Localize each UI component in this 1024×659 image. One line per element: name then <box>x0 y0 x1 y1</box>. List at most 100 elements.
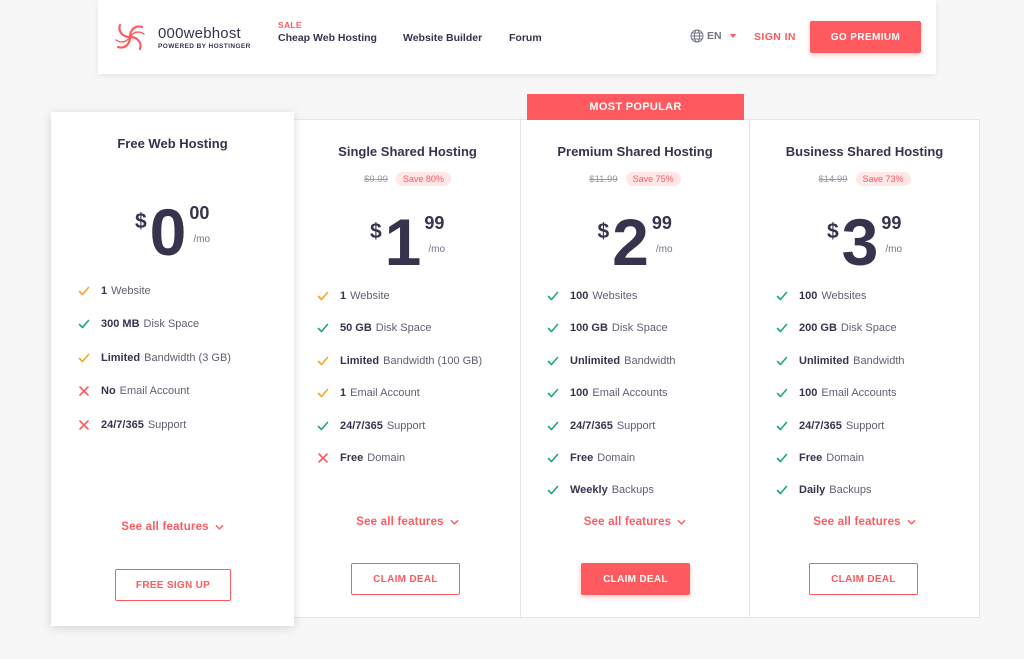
feature-value: 50 GB <box>340 322 372 335</box>
feature-item: Unlimited Bandwidth <box>546 354 676 368</box>
feature-value: 1 <box>340 387 347 400</box>
check-icon <box>316 321 330 335</box>
check-icon <box>546 289 560 303</box>
business-cta-button[interactable]: CLAIM DEAL <box>809 563 918 595</box>
feature-value: Limited <box>340 354 380 367</box>
partial-check-icon <box>316 289 330 303</box>
check-icon <box>546 451 560 465</box>
feature-label: Support <box>845 419 885 432</box>
check-icon <box>546 321 560 335</box>
plan-price: $ 3 99 /mo <box>750 205 979 279</box>
chevron-down-icon <box>450 519 459 525</box>
feature-label: Websites <box>821 290 867 302</box>
feature-item: Weekly Backups <box>546 483 654 497</box>
feature-value: Weekly <box>570 484 608 497</box>
feature-label: Disk Space <box>611 322 668 335</box>
see-all-features-link[interactable]: See all features <box>750 516 979 528</box>
feature-label: Backups <box>829 484 872 497</box>
chevron-down-icon <box>215 524 224 530</box>
plan-title: Premium Shared Hosting <box>557 144 713 159</box>
feature-label: Backups <box>611 484 654 497</box>
feature-label: Website <box>111 285 151 297</box>
check-icon <box>546 386 560 400</box>
price-whole: 1 <box>384 205 422 279</box>
see-all-label: See all features <box>583 516 672 528</box>
see-all-features-link[interactable]: See all features <box>521 516 749 528</box>
price-period: /mo <box>885 244 903 255</box>
partial-check-icon <box>77 284 91 298</box>
feature-value: 200 GB <box>799 322 837 335</box>
caret-down-icon <box>729 34 736 38</box>
go-premium-button[interactable]: GO PREMIUM <box>810 21 921 53</box>
cross-icon <box>77 418 91 432</box>
feature-item: 100 Websites <box>546 289 637 303</box>
price-whole: 0 <box>149 195 187 269</box>
feature-label: Bandwidth (100 GB) <box>383 354 483 367</box>
original-price: $9.99 <box>364 173 388 185</box>
nav-item-cheap-web-hosting[interactable]: SALE Cheap Web Hosting <box>278 20 377 44</box>
feature-value: 300 MB <box>101 318 140 331</box>
feature-item: 50 GB Disk Space <box>316 321 431 335</box>
logo-name: 000webhost <box>158 24 241 42</box>
feature-item: Limited Bandwidth (100 GB) <box>316 354 482 368</box>
feature-label: Support <box>147 418 187 431</box>
top-navigation-bar: 000webhost POWERED BY HOSTINGER SALE Che… <box>98 0 936 74</box>
feature-label: Domain <box>367 452 406 464</box>
feature-item: 24/7/365 Support <box>775 419 884 433</box>
feature-item: Daily Backups <box>775 483 872 497</box>
check-icon <box>546 354 560 368</box>
price-currency: $ <box>826 220 839 243</box>
feature-value: No <box>101 385 116 398</box>
see-all-features-link[interactable]: See all features <box>51 521 294 533</box>
feature-item: 24/7/365 Support <box>316 419 425 433</box>
feature-value: 24/7/365 <box>101 418 144 431</box>
feature-value: Daily <box>799 484 826 497</box>
feature-value: 24/7/365 <box>570 419 613 432</box>
free-cta-button[interactable]: FREE SIGN UP <box>115 569 231 601</box>
feature-label: Support <box>616 419 656 432</box>
nav-label: Cheap Web Hosting <box>278 32 377 44</box>
see-all-label: See all features <box>356 516 444 528</box>
plan-card-business: Business Shared Hosting $14.99 Save 73% … <box>750 120 979 617</box>
check-icon <box>775 419 789 433</box>
premium-cta-button[interactable]: CLAIM DEAL <box>581 563 690 595</box>
feature-item: 1 Email Account <box>316 386 420 400</box>
feature-value: Free <box>799 452 823 464</box>
price-whole: 3 <box>841 205 879 279</box>
feature-item: Limited Bandwidth (3 GB) <box>77 351 231 365</box>
plan-price: $ 2 99 /mo <box>521 209 749 275</box>
save-badge: Save 73% <box>855 172 911 186</box>
price-cents: 99 <box>881 213 902 233</box>
save-badge: Save 75% <box>625 172 681 186</box>
price-currency: $ <box>597 220 610 243</box>
feature-item: Unlimited Bandwidth <box>775 354 905 368</box>
original-price-row: $11.99 Save 75% <box>521 172 749 186</box>
feature-value: 1 <box>101 285 108 297</box>
check-icon <box>775 289 789 303</box>
see-all-label: See all features <box>121 521 209 533</box>
feature-label: Email Account <box>350 387 420 400</box>
see-all-features-link[interactable]: See all features <box>295 516 520 528</box>
nav-item-website-builder[interactable]: Website Builder <box>403 32 482 44</box>
sign-in-link[interactable]: SIGN IN <box>754 31 796 43</box>
feature-item: 100 Email Accounts <box>775 386 897 400</box>
language-selector[interactable]: EN <box>690 29 736 43</box>
most-popular-banner: MOST POPULAR <box>527 94 744 120</box>
logo[interactable]: 000webhost POWERED BY HOSTINGER <box>112 18 252 56</box>
check-icon <box>775 451 789 465</box>
check-icon <box>316 419 330 433</box>
feature-item: Free Domain <box>775 451 864 465</box>
feature-label: Support <box>386 419 426 432</box>
single-cta-button[interactable]: CLAIM DEAL <box>351 563 460 595</box>
nav-item-forum[interactable]: Forum <box>509 32 542 44</box>
feature-value: Unlimited <box>570 354 621 367</box>
globe-icon <box>690 29 704 43</box>
check-icon <box>77 317 91 331</box>
logo-tagline: POWERED BY HOSTINGER <box>158 42 251 50</box>
price-period: /mo <box>193 234 211 245</box>
original-price-row: $9.99 Save 80% <box>295 172 520 186</box>
sale-tag: SALE <box>278 20 302 30</box>
feature-value: 100 <box>570 290 589 302</box>
feature-value: 100 <box>799 290 818 302</box>
price-cents: 99 <box>651 213 672 233</box>
